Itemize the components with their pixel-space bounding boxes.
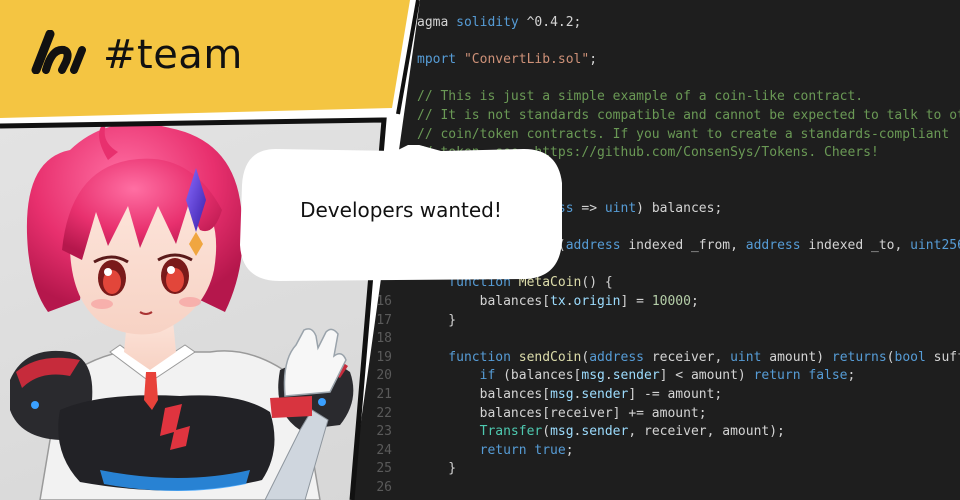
code-token: } bbox=[417, 312, 457, 328]
code-token: } bbox=[417, 461, 457, 477]
code-text: } bbox=[417, 460, 456, 478]
code-text: // It is not standards compatible and ca… bbox=[417, 107, 960, 125]
code-text: return true; bbox=[417, 442, 574, 460]
code-token: "ConvertLib.sol" bbox=[463, 52, 590, 68]
code-token: => bbox=[581, 201, 605, 216]
code-token: . bbox=[604, 368, 613, 384]
code-token: ; bbox=[589, 52, 598, 68]
code-token: sender bbox=[581, 387, 629, 402]
code-token: balances[receiver] += amount; bbox=[417, 405, 707, 421]
code-token: . bbox=[565, 294, 574, 309]
brand-h-slash-icon bbox=[31, 30, 86, 74]
code-token: 10000 bbox=[651, 294, 691, 309]
code-text: } bbox=[417, 312, 456, 330]
code-token: sendCoin bbox=[518, 349, 582, 365]
code-token: ^0.4.2; bbox=[526, 15, 582, 30]
code-token: Transfer bbox=[417, 424, 543, 440]
code-token: ( bbox=[886, 349, 895, 365]
code-token: () { bbox=[581, 275, 613, 291]
code-token: sender bbox=[612, 368, 660, 384]
code-token: uint bbox=[604, 201, 637, 216]
code-token: // It is not standards compatible and ca… bbox=[417, 108, 960, 123]
code-token: bool bbox=[894, 349, 934, 365]
code-token: suffic bbox=[933, 349, 960, 365]
code-token: msg bbox=[581, 368, 605, 384]
code-token: address bbox=[589, 349, 652, 365]
code-token: balances[ bbox=[417, 387, 551, 402]
team-title: #team bbox=[103, 32, 243, 78]
code-text: // This is just a simple example of a co… bbox=[417, 88, 863, 106]
code-token: uint256 bbox=[910, 238, 960, 254]
code-token: ] -= amount; bbox=[628, 387, 723, 402]
code-text: function sendCoin ( address receiver, uint… bbox=[417, 349, 960, 367]
code-token: receiver, bbox=[651, 349, 731, 365]
code-token: return false bbox=[753, 368, 848, 384]
code-token: , receiver, amount); bbox=[628, 424, 785, 440]
code-token: ] < amount) bbox=[659, 368, 754, 384]
code-token: indexed _to, bbox=[808, 238, 911, 254]
code-text: // coin/token contracts. If you want to … bbox=[417, 126, 949, 144]
code-text: mport "ConvertLib.sol"; bbox=[417, 51, 597, 69]
code-token: agma bbox=[417, 15, 457, 30]
code-token: indexed _from, bbox=[628, 238, 746, 254]
code-token: msg bbox=[550, 387, 574, 402]
code-text: balances[msg.sender] -= amount; bbox=[417, 386, 723, 404]
code-token: tx bbox=[550, 294, 566, 309]
code-token: ( bbox=[542, 424, 551, 440]
code-token: ; bbox=[690, 294, 699, 309]
code-text: balances[receiver] += amount; bbox=[417, 405, 707, 423]
code-text: if (balances[msg.sender] < amount) retur… bbox=[417, 367, 856, 385]
code-token: ; bbox=[847, 368, 856, 384]
speech-bubble-text: Developers wanted! bbox=[300, 198, 502, 222]
code-token: ] = bbox=[620, 294, 652, 309]
code-text: balances[tx.origin] = 10000; bbox=[417, 293, 699, 311]
promo-banner: agma solidity ^0.4.2; mport "ConvertLib.s… bbox=[0, 0, 960, 500]
code-token: balances[ bbox=[417, 294, 551, 309]
team-banner: #team bbox=[0, 0, 410, 118]
code-token: https://github.com/ConsenSys/Tokens bbox=[534, 145, 809, 161]
code-token: // coin/token contracts. If you want to … bbox=[417, 126, 950, 142]
code-token: function bbox=[417, 349, 519, 365]
code-token: ; bbox=[565, 442, 574, 458]
code-token: mport bbox=[417, 52, 464, 68]
code-token: ) balances; bbox=[636, 201, 723, 216]
code-token: solidity bbox=[456, 15, 527, 30]
code-token: amount) bbox=[769, 349, 832, 365]
code-text: agma solidity ^0.4.2; bbox=[417, 14, 581, 32]
code-token: origin bbox=[573, 294, 621, 309]
code-token: sender bbox=[581, 424, 629, 440]
code-token: . Cheers! bbox=[808, 145, 879, 161]
code-token: address bbox=[745, 238, 809, 254]
code-token: msg bbox=[550, 424, 574, 440]
code-token: if bbox=[417, 368, 504, 384]
code-token: address bbox=[565, 238, 629, 254]
code-token: uint bbox=[730, 349, 770, 365]
code-token: // This is just a simple example of a co… bbox=[417, 89, 864, 105]
code-token: returns bbox=[831, 349, 887, 365]
code-token: (balances[ bbox=[503, 368, 582, 384]
code-text: Transfer(msg.sender, receiver, amount); bbox=[417, 423, 785, 441]
code-token: return true bbox=[417, 442, 566, 458]
